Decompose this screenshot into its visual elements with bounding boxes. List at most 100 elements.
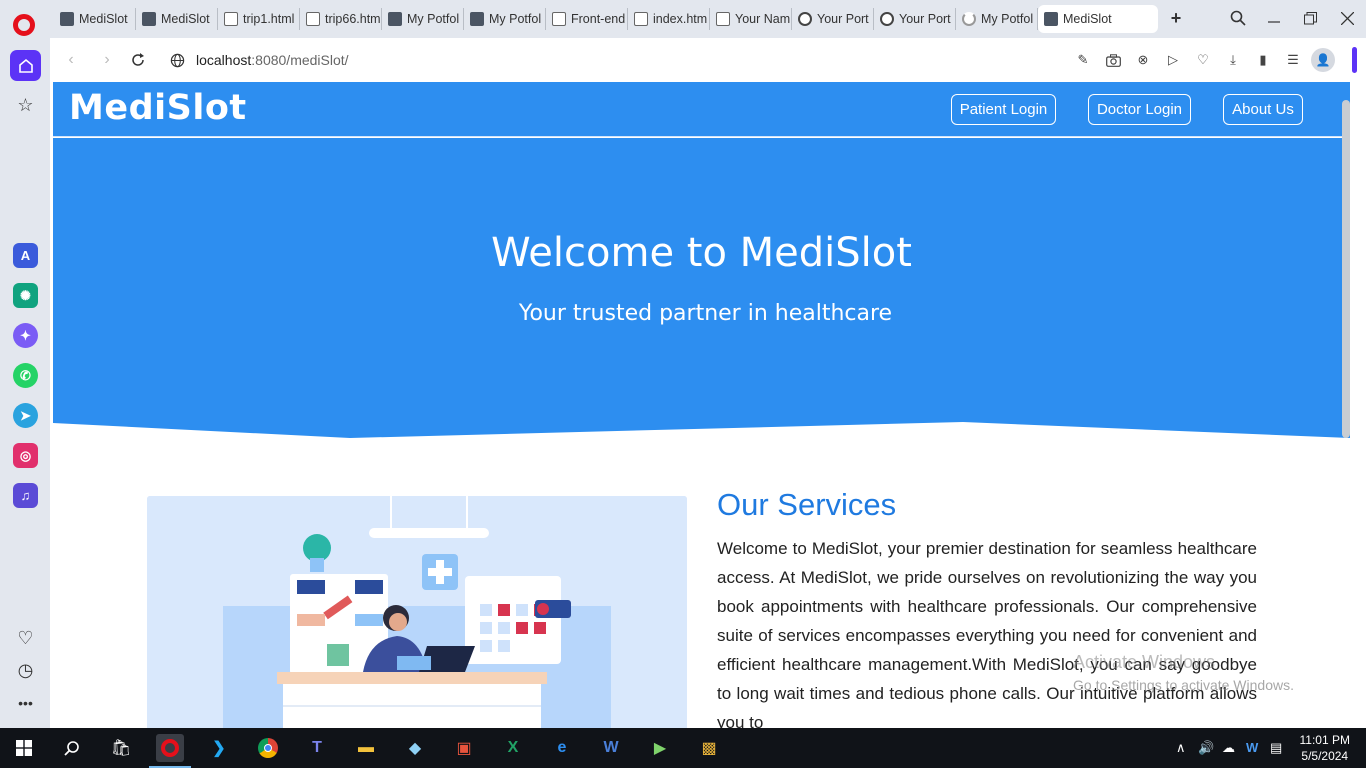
sidebar-toggle-handle[interactable] xyxy=(1352,47,1357,73)
chrome-icon[interactable] xyxy=(254,734,282,762)
word-tray-icon[interactable]: W xyxy=(1246,740,1258,755)
document-icon xyxy=(634,12,648,26)
patient-login-button[interactable]: Patient Login xyxy=(951,94,1056,125)
clock-time: 11:01 PM xyxy=(1299,733,1350,747)
opera-logo-icon[interactable] xyxy=(13,14,35,36)
file-explorer-icon[interactable]: ▬ xyxy=(352,734,380,762)
browser-tab[interactable]: index.htm xyxy=(630,8,710,30)
browser-tab[interactable]: Your Port xyxy=(876,8,956,30)
ad-blocker-icon[interactable]: ⊗ xyxy=(1134,51,1152,69)
instagram-icon[interactable]: ◎ xyxy=(13,443,38,468)
more-icon[interactable]: ••• xyxy=(13,690,38,715)
tab-label: Your Port xyxy=(899,12,951,26)
profile-avatar-icon[interactable]: 👤 xyxy=(1311,48,1335,72)
close-icon[interactable] xyxy=(1337,8,1357,28)
download-icon[interactable]: ⤓ xyxy=(1224,51,1242,69)
address-bar: ‹ › localhost:8080/mediSlot/ ✎ ⊗ ▷ ♡ ⤓ ▮… xyxy=(53,41,1349,79)
document-icon xyxy=(224,12,238,26)
wallet-icon[interactable]: ▮ xyxy=(1254,51,1272,69)
activate-windows-subtext: Go to Settings to activate Windows. xyxy=(1073,677,1294,693)
browser-tab[interactable]: Your Nam xyxy=(712,8,792,30)
browser-tab-active[interactable]: MediSlot xyxy=(1038,5,1158,33)
vscode-icon[interactable]: ❯ xyxy=(205,734,233,762)
activate-windows-watermark: Activate Windows xyxy=(1073,652,1216,672)
edge-icon[interactable]: e xyxy=(548,734,576,762)
telegram-icon[interactable]: ➤ xyxy=(13,403,38,428)
aria-icon[interactable]: A xyxy=(13,243,38,268)
app-icon xyxy=(142,12,156,26)
browser-tab[interactable]: Front-end xyxy=(548,8,628,30)
restore-icon[interactable] xyxy=(1300,8,1320,28)
hero-subtitle: Your trusted partner in healthcare xyxy=(518,301,893,326)
browser-tab[interactable]: trip66.htm xyxy=(302,8,382,30)
tab-label: Your Nam xyxy=(735,12,791,26)
about-us-button[interactable]: About Us xyxy=(1223,94,1303,125)
reception-illustration xyxy=(147,496,687,728)
url-host: localhost xyxy=(196,52,252,68)
site-navbar: MediSlot Patient Login Doctor Login Abou… xyxy=(53,82,1350,137)
volume-icon[interactable]: 🔊 xyxy=(1198,740,1214,756)
clock-date: 5/5/2024 xyxy=(1301,749,1349,763)
hero-title: Welcome to MediSlot xyxy=(491,230,912,276)
minimize-icon[interactable] xyxy=(1264,8,1284,28)
browser-tab[interactable]: My Potfol xyxy=(958,8,1038,30)
site-info-globe-icon[interactable] xyxy=(167,50,187,70)
url-field[interactable]: localhost:8080/mediSlot/ xyxy=(196,52,349,68)
url-path: :8080/mediSlot/ xyxy=(251,52,349,68)
opera-taskbar-icon[interactable] xyxy=(149,734,191,768)
browser-tab[interactable]: MediSlot xyxy=(138,8,218,30)
pinboard-heart-icon[interactable]: ♡ xyxy=(1194,51,1212,69)
hero-wave-background xyxy=(53,138,1350,438)
site-brand-logo[interactable]: MediSlot xyxy=(69,88,247,128)
app-icon xyxy=(60,12,74,26)
new-tab-button[interactable]: + xyxy=(1166,8,1186,28)
browser-tab[interactable]: trip1.html xyxy=(220,8,300,30)
system-clock[interactable]: 11:01 PM 5/5/2024 xyxy=(1300,732,1350,764)
history-icon[interactable]: ◷ xyxy=(13,658,38,683)
search-tabs-icon[interactable] xyxy=(1228,8,1248,28)
back-icon[interactable]: ‹ xyxy=(61,50,81,70)
notification-icon[interactable]: ▤ xyxy=(1270,740,1282,756)
forward-icon[interactable]: › xyxy=(97,50,117,70)
globe-icon xyxy=(880,12,894,26)
search-icon[interactable] xyxy=(58,734,86,762)
browser-tab[interactable]: Your Port xyxy=(794,8,874,30)
opera-sidebar: ☆ A ✺ ✦ ✆ ➤ ◎ ♫ ♡ ◷ ••• xyxy=(0,38,50,728)
tab-label: My Potfol xyxy=(489,12,542,26)
windows-start-icon[interactable] xyxy=(10,734,38,762)
teams-icon[interactable]: T xyxy=(303,734,331,762)
reload-icon[interactable] xyxy=(128,50,148,70)
loading-icon xyxy=(962,12,976,26)
camera-icon[interactable] xyxy=(1104,51,1122,69)
browser-tab[interactable]: My Potfol xyxy=(466,8,546,30)
doctor-login-button[interactable]: Doctor Login xyxy=(1088,94,1191,125)
presentation-app-icon[interactable]: ▣ xyxy=(450,734,478,762)
heart-icon[interactable]: ♡ xyxy=(13,626,38,651)
whatsapp-icon[interactable]: ✆ xyxy=(13,363,38,388)
media-app-icon[interactable]: ▶ xyxy=(646,734,674,762)
messenger-icon[interactable]: ✦ xyxy=(13,323,38,348)
music-player-icon[interactable]: ♫ xyxy=(13,483,38,508)
app-icon xyxy=(388,12,402,26)
photos-icon[interactable]: ◆ xyxy=(401,734,429,762)
star-icon[interactable]: ☆ xyxy=(13,93,38,118)
services-description: Welcome to MediSlot, your premier destin… xyxy=(717,539,1257,728)
browser-tab[interactable]: My Potfol xyxy=(384,8,464,30)
excel-icon[interactable]: X xyxy=(499,734,527,762)
chevron-up-icon[interactable]: ∧ xyxy=(1176,740,1186,756)
store-icon[interactable]: 🛍 xyxy=(107,734,135,762)
services-heading: Our Services xyxy=(717,487,897,522)
browser-tab[interactable]: MediSlot xyxy=(56,8,136,30)
word-icon[interactable]: W xyxy=(597,734,625,762)
edit-icon[interactable]: ✎ xyxy=(1074,51,1092,69)
game-app-icon[interactable]: ▩ xyxy=(695,734,723,762)
windows-taskbar: 🛍 ❯ T ▬ ◆ ▣ X e W ▶ ▩ ∧ 🔊 ☁ W ▤ 11:01 PM… xyxy=(0,728,1366,768)
chatgpt-icon[interactable]: ✺ xyxy=(13,283,38,308)
easy-setup-icon[interactable]: ☰ xyxy=(1284,51,1302,69)
page-scrollbar[interactable] xyxy=(1342,100,1350,438)
home-icon[interactable] xyxy=(10,50,41,81)
tab-label: trip66.htm xyxy=(325,12,381,26)
tab-label: My Potfol xyxy=(407,12,460,26)
player-icon[interactable]: ▷ xyxy=(1164,51,1182,69)
onedrive-icon[interactable]: ☁ xyxy=(1222,740,1235,756)
